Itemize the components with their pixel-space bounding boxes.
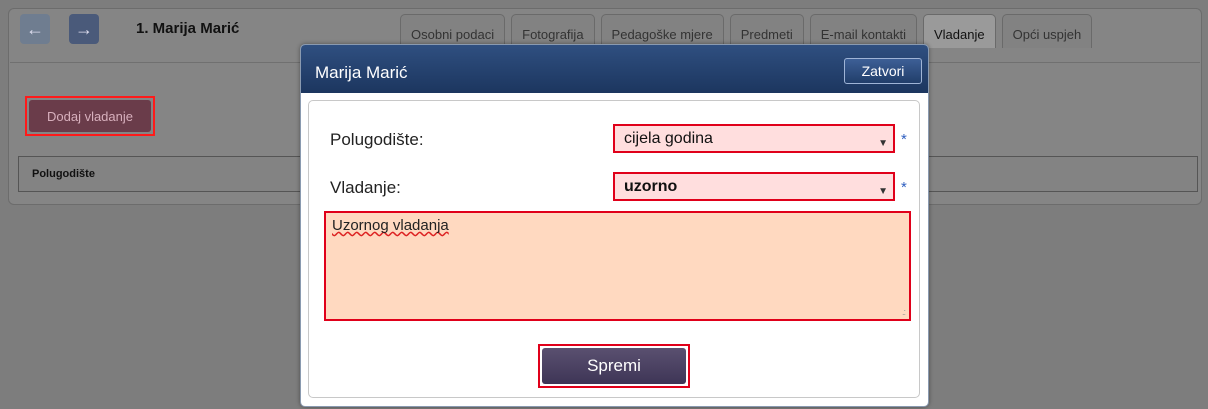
term-select-value: cijela godina <box>624 130 713 147</box>
tab-email-contacts[interactable]: E-mail kontakti <box>809 14 917 48</box>
dialog-title: Marija Marić <box>315 63 408 82</box>
prev-student-button[interactable]: ← <box>20 14 50 44</box>
note-text: Uzornog vladanja <box>332 217 449 234</box>
table-header-term: Polugodište <box>32 168 95 180</box>
term-select[interactable]: cijela godina ▼ <box>613 124 895 153</box>
dialog-form: Polugodište: cijela godina ▼ * Vladanje:… <box>308 100 920 398</box>
tab-overall-success[interactable]: Opći uspjeh <box>1001 14 1093 48</box>
tab-conduct[interactable]: Vladanje <box>923 14 996 48</box>
required-marker: * <box>901 131 907 148</box>
tab-photo[interactable]: Fotografija <box>511 14 595 48</box>
close-button[interactable]: Zatvori <box>844 58 922 84</box>
arrow-right-icon: → <box>75 18 93 39</box>
note-textarea[interactable]: Uzornog vladanja .: <box>324 211 911 321</box>
save-highlight: Spremi <box>538 344 690 388</box>
conduct-select[interactable]: uzorno ▼ <box>613 172 895 201</box>
tab-pedagogical-measures[interactable]: Pedagoške mjere <box>600 14 724 48</box>
chevron-down-icon: ▼ <box>878 186 888 197</box>
conduct-select-value: uzorno <box>624 178 678 195</box>
add-conduct-highlight: Dodaj vladanje <box>25 96 155 136</box>
term-label: Polugodište: <box>330 130 424 149</box>
dialog-titlebar: Marija Marić Zatvori <box>301 45 928 93</box>
required-marker: * <box>901 179 907 196</box>
student-name: 1. Marija Marić <box>136 20 240 37</box>
arrow-left-icon: ← <box>26 18 44 39</box>
tab-bar: Osobni podaci Fotografija Pedagoške mjer… <box>400 14 1098 48</box>
resize-grip-icon[interactable]: .: <box>902 307 906 317</box>
chevron-down-icon: ▼ <box>878 138 888 149</box>
add-conduct-button[interactable]: Dodaj vladanje <box>29 100 151 132</box>
conduct-dialog: Marija Marić Zatvori Polugodište: cijela… <box>300 44 929 407</box>
save-button[interactable]: Spremi <box>542 348 686 384</box>
next-student-button[interactable]: → <box>69 14 99 44</box>
tab-personal[interactable]: Osobni podaci <box>400 14 506 48</box>
tab-subjects[interactable]: Predmeti <box>729 14 804 48</box>
conduct-label: Vladanje: <box>330 178 401 197</box>
